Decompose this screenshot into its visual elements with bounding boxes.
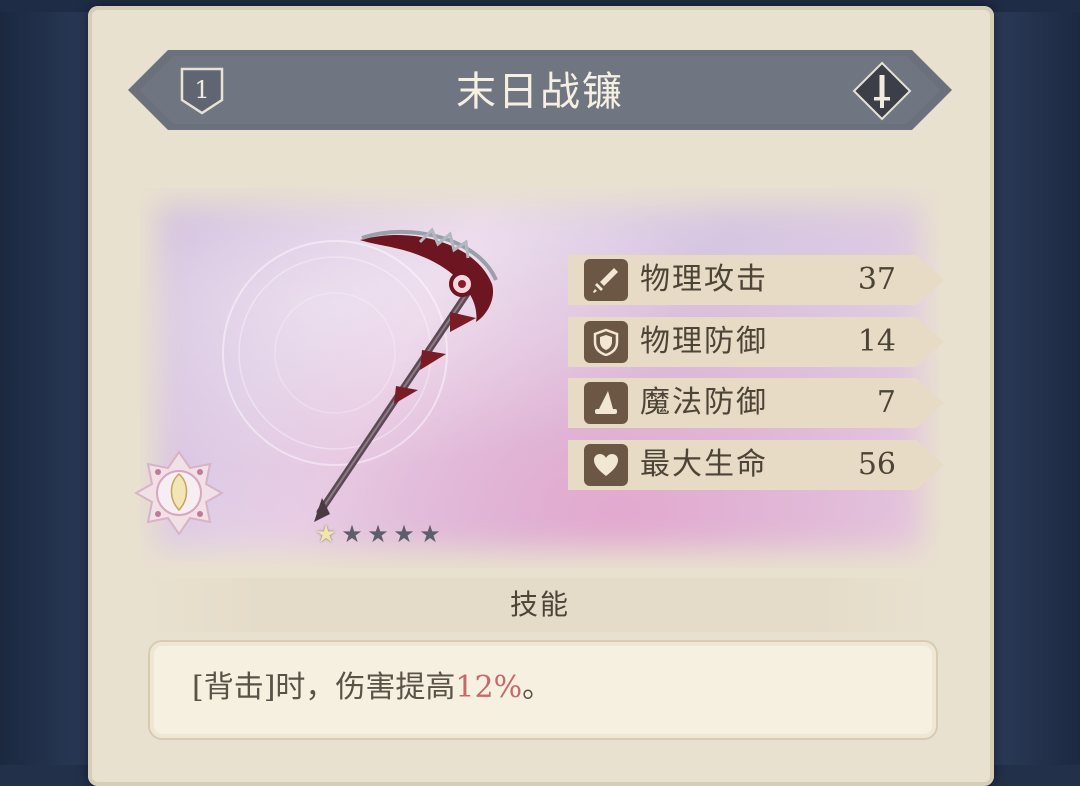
star-filled-icon: ★ — [315, 520, 337, 548]
skill-text-highlight: 12% — [455, 670, 523, 705]
item-level: 1 — [194, 76, 210, 104]
sword-icon — [593, 268, 618, 293]
star-empty-icon: ★ — [341, 520, 363, 548]
item-name: 末日战镰 — [456, 69, 624, 115]
skill-text-suffix: 。 — [522, 670, 553, 705]
stat-icon-box — [584, 444, 628, 486]
stat-icon-box — [584, 382, 628, 424]
stat-icon-box — [584, 259, 628, 301]
stat-value-magic-defense: 7 — [876, 385, 896, 420]
shield-icon — [593, 328, 619, 356]
skill-text-prefix: [背击]时，伤害提高 — [192, 670, 456, 705]
background-right — [990, 0, 1080, 765]
star-empty-icon: ★ — [367, 520, 389, 548]
stat-label-physical-attack: 物理攻击 — [640, 262, 768, 297]
stat-value-max-hp: 56 — [857, 447, 896, 482]
background-left — [0, 0, 95, 765]
stat-value-physical-defense: 14 — [857, 324, 896, 359]
stat-value-physical-attack: 37 — [857, 262, 896, 297]
heart-icon — [594, 454, 618, 476]
stat-label-physical-defense: 物理防御 — [640, 324, 768, 359]
stat-icon-box — [584, 321, 628, 363]
star-empty-icon: ★ — [393, 520, 415, 548]
scythe-weapon-art — [314, 227, 498, 522]
skill-description: [背击]时，伤害提高12%。 — [192, 662, 892, 714]
skill-title: 技能 — [509, 588, 570, 621]
star-empty-icon: ★ — [419, 520, 441, 548]
stat-label-max-hp: 最大生命 — [640, 447, 768, 482]
element-emblem-icon — [134, 450, 224, 536]
wizard-hat-icon — [595, 391, 617, 414]
stat-label-magic-defense: 魔法防御 — [640, 385, 768, 420]
rarity-stars: ★ ★ ★ ★ ★ — [314, 522, 442, 550]
sword-icon — [852, 61, 912, 121]
